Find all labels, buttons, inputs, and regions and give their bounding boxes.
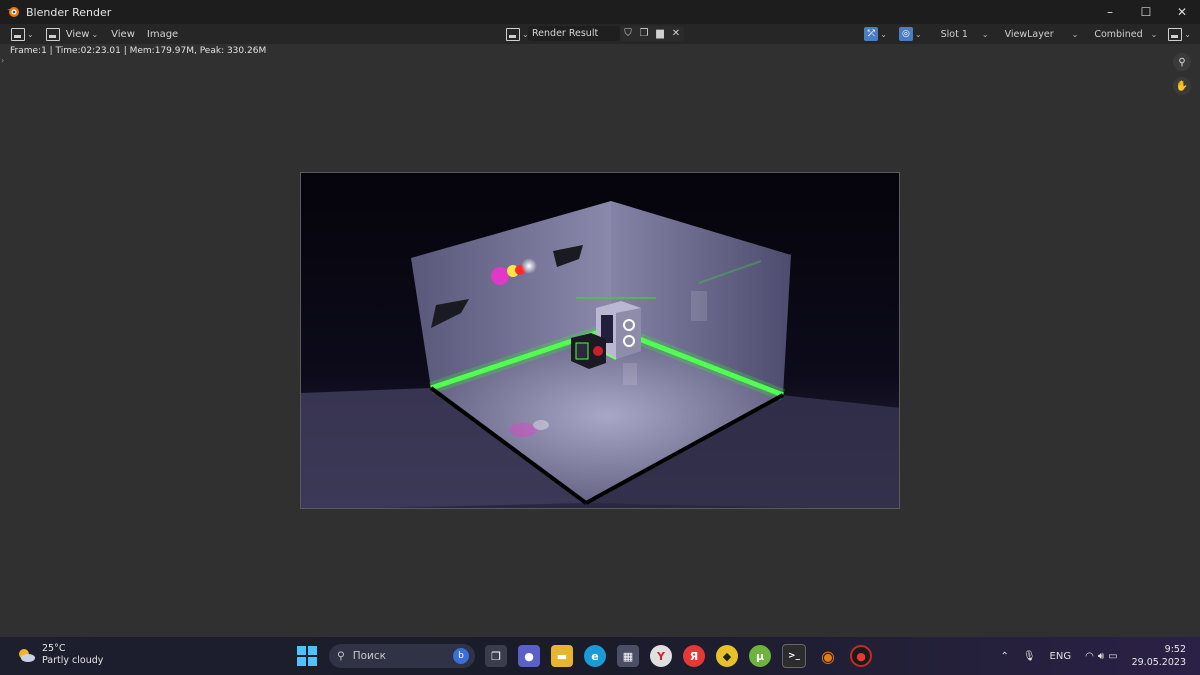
store-icon[interactable]: ▦: [617, 645, 639, 667]
zoom-icon[interactable]: ⚲: [1173, 53, 1191, 71]
search-icon: ⚲: [337, 650, 345, 662]
view-mode-dropdown[interactable]: View ⌄: [43, 25, 101, 43]
chevron-down-icon: ⌄: [1184, 29, 1191, 39]
terminal-icon[interactable]: >_: [782, 644, 806, 668]
yandex-icon[interactable]: Я: [683, 645, 705, 667]
wifi-icon[interactable]: ◠: [1085, 651, 1094, 662]
duplicate-icon[interactable]: ❐: [636, 26, 652, 41]
clock-date: 29.05.2023: [1131, 657, 1186, 668]
chat-icon[interactable]: ●: [518, 645, 540, 667]
blender-logo-icon: [7, 7, 19, 17]
render-stats: Frame:1 | Time:02:23.01 | Mem:179.97M, P…: [10, 46, 267, 56]
display-channels-button[interactable]: ⌄: [1165, 25, 1194, 43]
chevron-down-icon: ⌄: [914, 29, 922, 39]
render-scene: [301, 173, 899, 508]
image-editor-header: ⌄ View ⌄ View Image ⌄ Render Result ⛉ ❐ …: [0, 24, 1200, 44]
image-icon: [45, 27, 60, 41]
start-button[interactable]: [296, 645, 318, 667]
window-title: Blender Render: [26, 5, 112, 19]
yandex-browser-icon[interactable]: Y: [650, 645, 672, 667]
editor-type-button[interactable]: ⌄: [8, 25, 37, 43]
image-editor-icon: [11, 27, 25, 41]
search-placeholder: Поиск: [352, 650, 386, 662]
view-layer-label: ViewLayer: [1004, 28, 1054, 40]
render-pass-dropdown[interactable]: Combined ⌄: [1088, 26, 1163, 42]
chevron-down-icon: ⌄: [27, 29, 34, 39]
view-dropdown-label: View: [65, 28, 90, 40]
windows-taskbar: 25°C Partly cloudy ⚲ Поиск b ❐ ● ▬ e ▦ Y…: [0, 637, 1200, 675]
volume-icon[interactable]: 🔊︎: [1098, 651, 1104, 662]
taskbar-search[interactable]: ⚲ Поиск b: [329, 644, 475, 668]
clock-time: 9:52: [1164, 644, 1186, 655]
pan-hand-icon[interactable]: ✋: [1173, 77, 1191, 95]
image-icon: [506, 27, 520, 41]
folder-icon[interactable]: ▆: [652, 26, 668, 41]
task-view-icon[interactable]: ❐: [485, 645, 507, 667]
view-layer-dropdown[interactable]: ViewLayer ⌄: [999, 26, 1085, 42]
sidebar-toggle-arrow-icon[interactable]: ›: [1, 56, 4, 65]
window-titlebar: Blender Render – ☐ ✕: [0, 0, 1200, 24]
windows-logo-icon: [297, 646, 317, 666]
edge-icon[interactable]: e: [584, 645, 606, 667]
chevron-down-icon: ⌄: [1071, 29, 1079, 39]
system-clock[interactable]: 9:52 29.05.2023: [1132, 643, 1186, 669]
image-name-field[interactable]: Render Result: [528, 26, 620, 41]
bing-icon: b: [453, 648, 469, 664]
chevron-up-icon[interactable]: ⌃: [1000, 651, 1008, 662]
weather-description: Partly cloudy: [42, 655, 104, 666]
minimize-button[interactable]: –: [1092, 0, 1128, 24]
close-button[interactable]: ✕: [1164, 0, 1200, 24]
render-pass-label: Combined: [1094, 28, 1143, 40]
chevron-down-icon: ⌄: [91, 29, 99, 39]
blender-taskbar-icon[interactable]: ◉: [817, 645, 839, 667]
weather-widget[interactable]: 25°C Partly cloudy: [16, 643, 103, 667]
chevron-down-icon: ⌄: [880, 29, 887, 39]
utorrent-icon[interactable]: µ: [749, 645, 771, 667]
display-channels-icon: [1168, 27, 1183, 41]
slot-dropdown[interactable]: Slot 1 ⌄: [935, 26, 995, 42]
maximize-button[interactable]: ☐: [1128, 0, 1164, 24]
menu-view[interactable]: View: [111, 29, 135, 40]
file-explorer-icon[interactable]: ▬: [551, 645, 573, 667]
chevron-down-icon: ⌄: [981, 29, 989, 39]
battery-icon[interactable]: ▭: [1108, 651, 1117, 662]
sample-tool-button[interactable]: ⤱ ⌄: [861, 25, 890, 43]
recorder-icon[interactable]: ●: [850, 645, 872, 667]
menu-image[interactable]: Image: [147, 29, 178, 40]
slot-label: Slot 1: [940, 28, 968, 40]
chevron-down-icon: ⌄: [1150, 29, 1158, 39]
fake-user-shield-icon[interactable]: ⛉: [620, 26, 636, 41]
overlay-button[interactable]: ◎ ⌄: [896, 25, 925, 43]
partly-cloudy-icon: [19, 649, 35, 662]
sample-icon: ⤱: [864, 27, 879, 41]
language-indicator[interactable]: ENG: [1050, 651, 1072, 662]
unlink-x-icon[interactable]: ✕: [668, 26, 684, 41]
render-result-image[interactable]: [300, 172, 900, 509]
weather-temperature: 25°C: [42, 643, 66, 654]
microphone-icon[interactable]: 🎙︎: [1023, 651, 1036, 662]
app-yellow-icon[interactable]: ◆: [716, 645, 738, 667]
overlay-icon: ◎: [898, 27, 913, 41]
